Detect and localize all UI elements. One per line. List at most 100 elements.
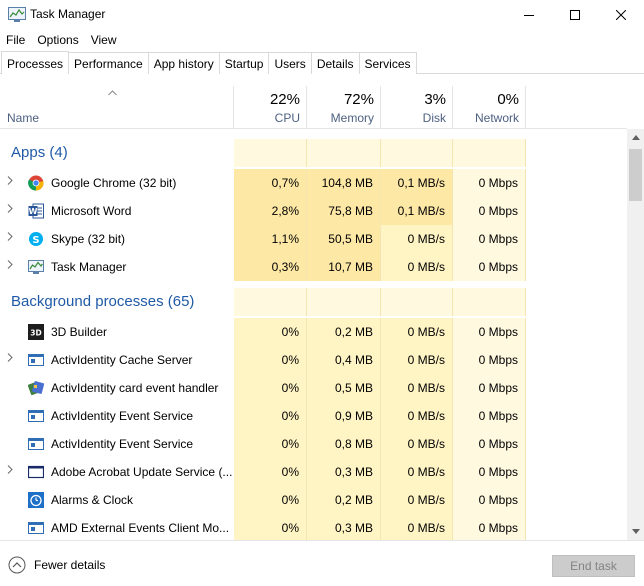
cpu-cell: 0,3%: [234, 253, 307, 281]
process-row[interactable]: W Microsoft Word 2,8% 75,8 MB 0,1 MB/s 0…: [0, 197, 627, 225]
menu-file[interactable]: File: [0, 30, 31, 50]
group-header-background[interactable]: Background processes (65): [0, 288, 627, 316]
disk-cell: 0 MB/s: [381, 346, 453, 374]
process-row[interactable]: Google Chrome (32 bit) 0,7% 104,8 MB 0,1…: [0, 169, 627, 197]
cpu-cell: 0%: [234, 514, 307, 540]
disk-cell: 0 MB/s: [381, 225, 453, 253]
fewer-details-link[interactable]: Fewer details: [34, 558, 105, 572]
tab-startup[interactable]: Startup: [218, 52, 270, 74]
column-header-name[interactable]: Name: [0, 86, 234, 128]
cpu-total-percent: 22%: [269, 91, 300, 108]
disk-cell: 0 MB/s: [381, 514, 453, 540]
scroll-down-icon[interactable]: [627, 523, 644, 540]
process-name: ActivIdentity Event Service: [51, 437, 194, 451]
menu-view[interactable]: View: [85, 30, 123, 50]
process-name: Google Chrome (32 bit): [51, 176, 177, 190]
process-name: ActivIdentity Cache Server: [51, 353, 193, 367]
expand-chevron-icon[interactable]: [7, 197, 17, 225]
cpu-cell: [234, 139, 307, 167]
menu-bar: File Options View: [0, 30, 123, 50]
network-cell: 0 Mbps: [453, 169, 526, 197]
tab-processes[interactable]: Processes: [1, 51, 70, 74]
process-row[interactable]: ActivIdentity Cache Server 0% 0,4 MB 0 M…: [0, 346, 627, 374]
3d-builder-icon: 3D: [28, 324, 44, 340]
tab-details[interactable]: Details: [310, 52, 360, 74]
disk-cell: 0 MB/s: [381, 402, 453, 430]
vertical-scrollbar[interactable]: [627, 129, 644, 540]
disk-total-percent: 3%: [424, 91, 446, 108]
network-total-percent: 0%: [497, 91, 519, 108]
maximize-button[interactable]: [552, 0, 598, 30]
minimize-button[interactable]: [506, 0, 552, 30]
scrollbar-thumb[interactable]: [629, 149, 642, 201]
process-row[interactable]: 3D 3D Builder 0% 0,2 MB 0 MB/s 0 Mbps: [0, 318, 627, 346]
skype-icon: S: [28, 231, 44, 247]
process-list: Apps (4) Google Chrome (32 bit) 0,7% 104…: [0, 129, 627, 540]
memory-cell: 0,8 MB: [307, 430, 381, 458]
expand-chevron-icon[interactable]: [7, 346, 17, 374]
disk-cell: 0 MB/s: [381, 486, 453, 514]
process-row[interactable]: Task Manager 0,3% 10,7 MB 0 MB/s 0 Mbps: [0, 253, 627, 281]
process-row[interactable]: Alarms & Clock 0% 0,2 MB 0 MB/s 0 Mbps: [0, 486, 627, 514]
expand-chevron-icon[interactable]: [7, 458, 17, 486]
process-name: Skype (32 bit): [51, 232, 126, 246]
cpu-cell: 0%: [234, 318, 307, 346]
disk-cell: 0 MB/s: [381, 318, 453, 346]
disk-cell: 0 MB/s: [381, 430, 453, 458]
network-cell: 0 Mbps: [453, 514, 526, 540]
tab-app-history[interactable]: App history: [147, 52, 220, 74]
scroll-up-icon[interactable]: [627, 129, 644, 146]
service-icon: [28, 520, 44, 536]
cpu-cell: 0%: [234, 458, 307, 486]
process-row[interactable]: AMD External Events Client Mo... 0% 0,3 …: [0, 514, 627, 540]
process-name: ActivIdentity card event handler: [51, 381, 219, 395]
cpu-cell: 1,1%: [234, 225, 307, 253]
group-header-apps[interactable]: Apps (4): [0, 139, 627, 167]
network-cell: 0 Mbps: [453, 318, 526, 346]
column-header-disk[interactable]: 3% Disk: [381, 86, 453, 128]
column-header-memory[interactable]: 72% Memory: [307, 86, 381, 128]
disk-cell: 0,1 MB/s: [381, 169, 453, 197]
tab-users[interactable]: Users: [268, 52, 312, 74]
word-icon: W: [28, 203, 44, 219]
footer: Fewer details End task: [0, 541, 644, 586]
process-row[interactable]: ActivIdentity Event Service 0% 0,8 MB 0 …: [0, 430, 627, 458]
tab-performance[interactable]: Performance: [68, 52, 149, 74]
column-name-label: Name: [7, 111, 40, 125]
cpu-cell: 2,8%: [234, 197, 307, 225]
memory-cell: 0,4 MB: [307, 346, 381, 374]
menu-options[interactable]: Options: [31, 30, 84, 50]
column-header-cpu[interactable]: 22% CPU: [234, 86, 307, 128]
sort-up-icon: [108, 88, 117, 98]
collapse-chevron-icon[interactable]: [8, 556, 26, 574]
disk-cell: 0,1 MB/s: [381, 197, 453, 225]
column-header-row: Name 22% CPU 72% Memory 3% Disk 0% Netwo…: [0, 86, 627, 128]
column-header-network[interactable]: 0% Network: [453, 86, 526, 128]
cpu-cell: 0%: [234, 402, 307, 430]
expand-chevron-icon[interactable]: [7, 225, 17, 253]
process-row[interactable]: S Skype (32 bit) 1,1% 50,5 MB 0 MB/s 0 M…: [0, 225, 627, 253]
svg-text:W: W: [29, 207, 38, 216]
svg-text:3D: 3D: [30, 329, 41, 338]
network-cell: 0 Mbps: [453, 374, 526, 402]
card-handler-icon: [27, 380, 45, 396]
expand-chevron-icon[interactable]: [7, 253, 17, 281]
close-button[interactable]: [598, 0, 644, 30]
cpu-column-label: CPU: [274, 111, 300, 125]
expand-chevron-icon[interactable]: [7, 169, 17, 197]
network-cell: [453, 288, 526, 316]
process-name: 3D Builder: [51, 325, 108, 339]
memory-cell: [307, 139, 381, 167]
process-row[interactable]: ActivIdentity Event Service 0% 0,9 MB 0 …: [0, 402, 627, 430]
disk-column-label: Disk: [422, 111, 446, 125]
tab-services[interactable]: Services: [358, 52, 417, 74]
service-icon: [28, 352, 44, 368]
process-row[interactable]: Adobe Acrobat Update Service (... 0% 0,3…: [0, 458, 627, 486]
cpu-cell: 0%: [234, 374, 307, 402]
network-cell: 0 Mbps: [453, 430, 526, 458]
end-task-button[interactable]: End task: [552, 555, 635, 577]
process-name: Task Manager: [51, 260, 127, 274]
disk-cell: 0 MB/s: [381, 458, 453, 486]
process-row[interactable]: ActivIdentity card event handler 0% 0,5 …: [0, 374, 627, 402]
title-bar: Task Manager: [0, 0, 644, 30]
